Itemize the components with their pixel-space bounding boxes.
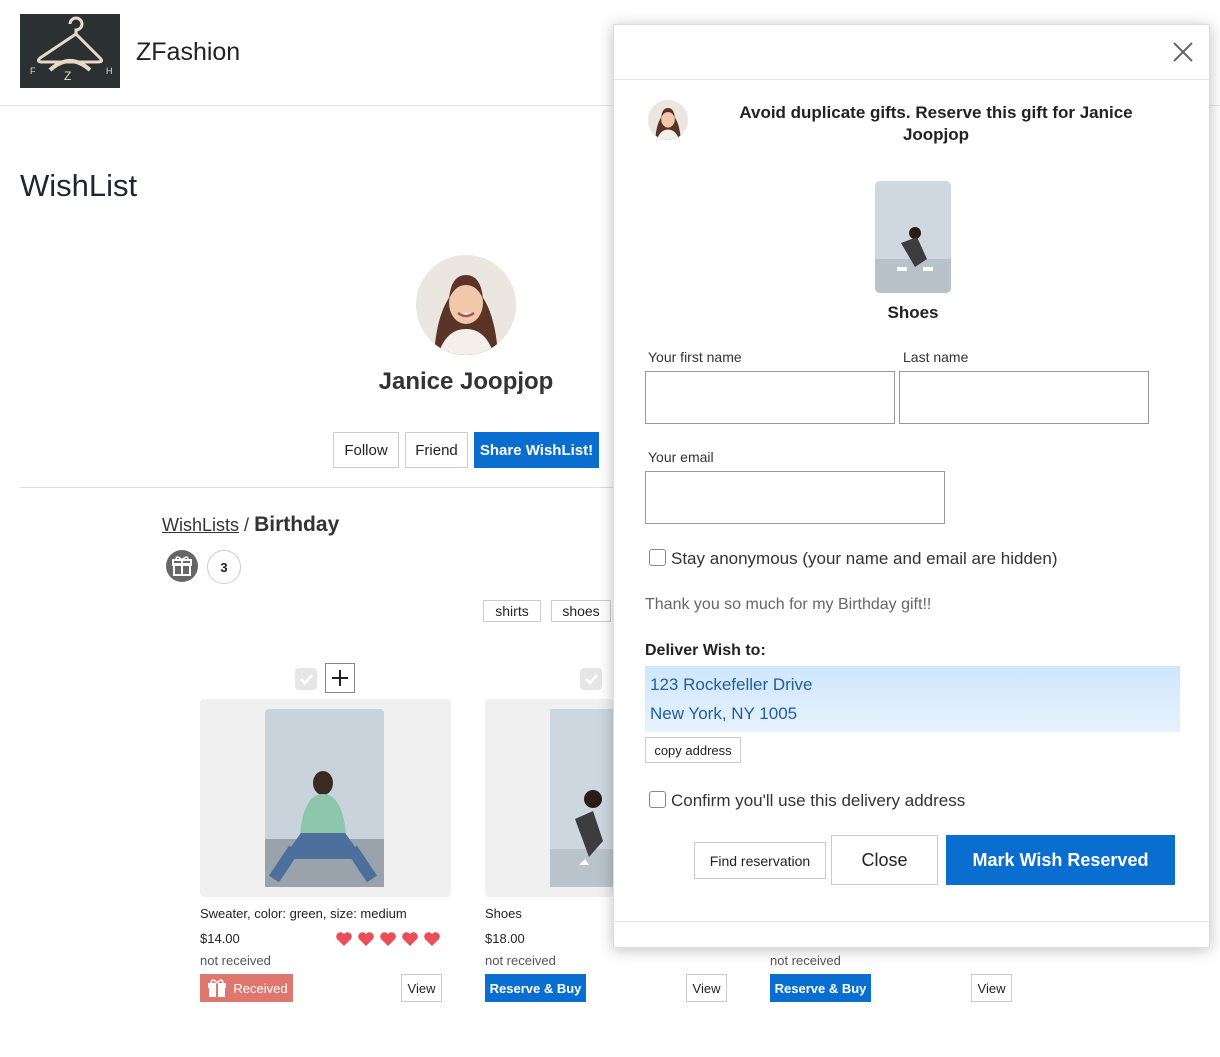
owner-name: Janice Joopjop (378, 368, 554, 395)
item-1-image[interactable] (200, 699, 451, 897)
hanger-logo-icon: F Z H (30, 16, 113, 83)
brand-logo[interactable]: F Z H (20, 14, 120, 88)
item-2-title: Shoes (485, 906, 522, 921)
item-1-received-label: Received (233, 980, 288, 996)
gift-count-badge: 3 (207, 550, 241, 584)
first-name-field[interactable] (645, 371, 895, 424)
item-1-rating (335, 931, 445, 947)
heart-icon (424, 932, 440, 946)
last-name-field[interactable] (899, 371, 1149, 424)
item-2-price: $18.00 (485, 931, 525, 946)
heart-icon (380, 932, 396, 946)
tag-shirts[interactable]: shirts (483, 600, 541, 622)
last-name-label: Last name (903, 349, 969, 365)
item-2-status: not received (485, 953, 556, 968)
item-2-select-checkbox[interactable] (580, 668, 602, 690)
follow-button[interactable]: Follow (333, 432, 399, 468)
close-icon[interactable] (1172, 41, 1194, 63)
heart-icon (402, 932, 418, 946)
modal-heading: Avoid duplicate gifts. Reserve this gift… (739, 103, 1133, 144)
breadcrumb: WishLists / Birthday (162, 513, 339, 537)
stay-anonymous-label: Stay anonymous (your name and email are … (671, 549, 1058, 568)
gift-icon (166, 550, 198, 582)
email-field[interactable] (645, 471, 945, 524)
address-line-1: 123 Rockefeller Drive (650, 675, 813, 694)
plus-icon (332, 670, 348, 686)
page-title: WishList (20, 168, 138, 203)
item-1-received-button[interactable]: Received (200, 974, 293, 1002)
breadcrumb-separator: / (244, 515, 250, 535)
item-1-title: Sweater, color: green, size: medium (200, 906, 407, 921)
find-reservation-button[interactable]: Find reservation (694, 842, 826, 879)
first-name-label: Your first name (648, 349, 742, 365)
gift-icon (208, 979, 227, 997)
svg-text:H: H (106, 66, 113, 76)
tag-shoes[interactable]: shoes (551, 600, 611, 622)
item-1-view-button[interactable]: View (401, 974, 442, 1002)
item-2-view-button[interactable]: View (686, 974, 727, 1002)
heart-icon (358, 932, 374, 946)
reserve-gift-modal: Avoid duplicate gifts. Reserve this gift… (613, 24, 1210, 948)
svg-text:Z: Z (64, 69, 71, 83)
item-2-reserve-buy-button[interactable]: Reserve & Buy (485, 974, 586, 1002)
deliver-to-label: Deliver Wish to: (645, 642, 766, 659)
modal-header-divider (614, 79, 1209, 80)
item-3-reserve-buy-button[interactable]: Reserve & Buy (770, 974, 871, 1002)
confirm-address-checkbox[interactable] (649, 791, 666, 808)
thank-you-message: Thank you so much for my Birthday gift!! (645, 596, 932, 613)
item-1-add-button[interactable] (325, 663, 355, 693)
copy-address-button[interactable]: copy address (645, 737, 741, 763)
modal-footer-divider (614, 921, 1209, 922)
close-button[interactable]: Close (831, 835, 938, 885)
delivery-address: 123 Rockefeller Drive New York, NY 1005 (645, 666, 1180, 732)
breadcrumb-current: Birthday (254, 513, 340, 536)
item-2-image[interactable] (485, 699, 613, 897)
item-3-status: not received (770, 953, 841, 968)
brand-name[interactable]: ZFashion (136, 38, 240, 67)
confirm-address-label: Confirm you'll use this delivery address (671, 791, 966, 810)
item-3-view-button[interactable]: View (971, 974, 1012, 1002)
section-divider (20, 487, 620, 488)
heart-icon (336, 932, 352, 946)
stay-anonymous-checkbox[interactable] (649, 549, 666, 566)
mark-wish-reserved-button[interactable]: Mark Wish Reserved (946, 835, 1175, 885)
email-label: Your email (648, 449, 714, 465)
item-1-select-checkbox[interactable] (295, 668, 317, 690)
owner-avatar (416, 255, 516, 355)
friend-button[interactable]: Friend (405, 432, 468, 468)
breadcrumb-wishlists-link[interactable]: WishLists (162, 515, 239, 535)
svg-text:F: F (30, 66, 36, 76)
owner-avatar-small (648, 100, 688, 140)
wish-image (875, 181, 951, 293)
share-wishlist-button[interactable]: Share WishList! (474, 432, 599, 468)
address-line-2: New York, NY 1005 (650, 704, 798, 723)
item-1-price: $14.00 (200, 931, 240, 946)
wish-name: Shoes (887, 303, 939, 322)
item-1-status: not received (200, 953, 271, 968)
